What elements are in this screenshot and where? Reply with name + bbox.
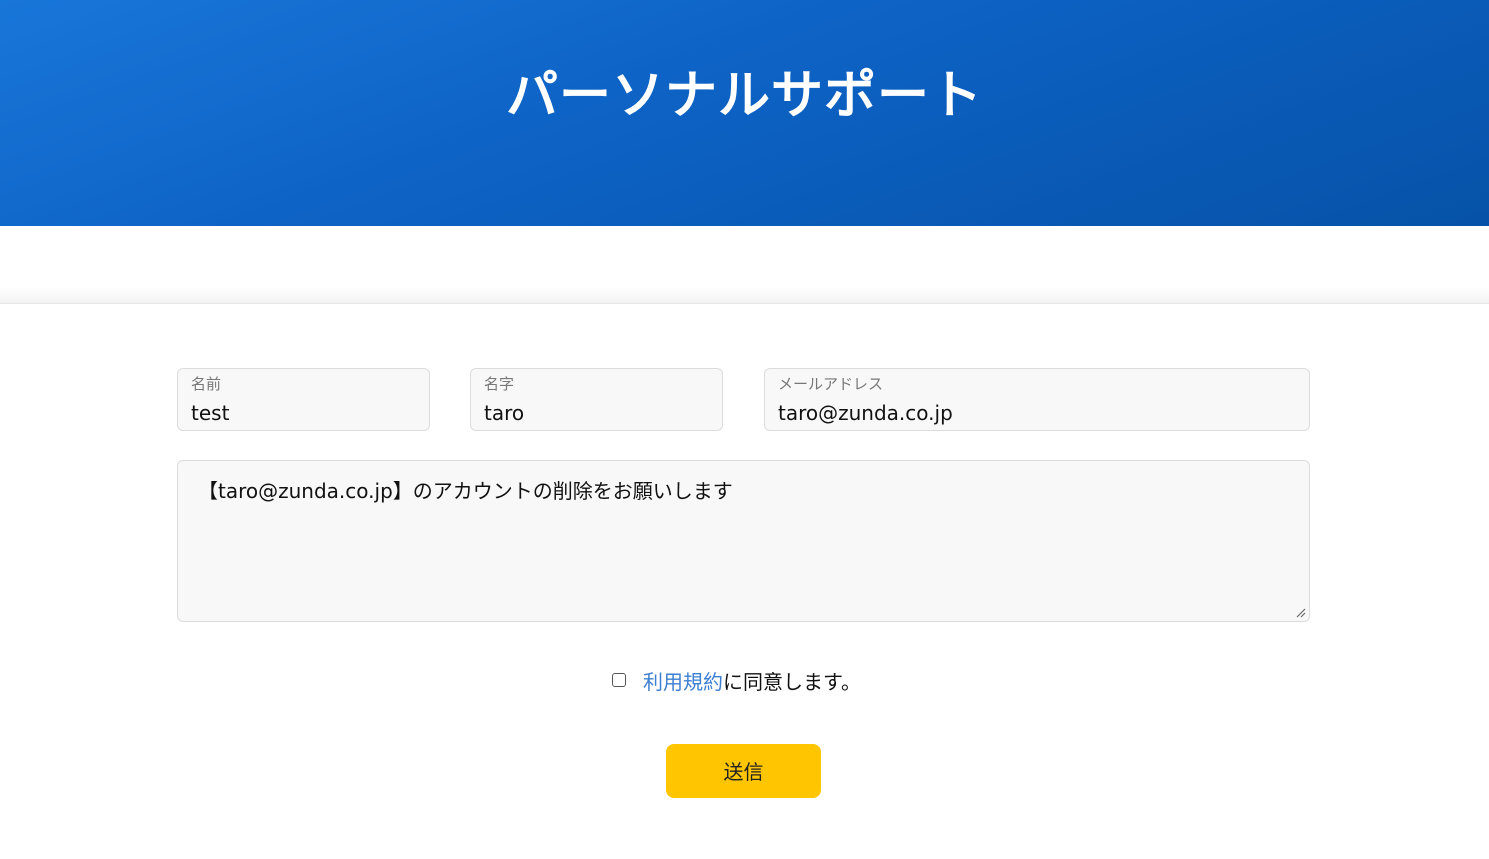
last-name-label: 名字 (484, 375, 515, 393)
terms-agreement: 利用規約 に同意します。 (612, 666, 861, 694)
last-name-input[interactable] (484, 399, 709, 427)
page-title: パーソナルサポート (505, 66, 983, 126)
terms-checkbox[interactable] (612, 673, 626, 687)
email-input[interactable] (778, 399, 1296, 427)
page-header: パーソナルサポート (0, 0, 1489, 226)
email-field[interactable]: メールアドレス (764, 368, 1310, 431)
resize-grip-icon[interactable] (1294, 606, 1306, 618)
message-text[interactable]: 【taro@zunda.co.jp】のアカウントの削除をお願いします (198, 477, 733, 505)
submit-button[interactable]: 送信 (666, 744, 821, 798)
first-name-input[interactable] (191, 399, 416, 427)
terms-link[interactable]: 利用規約 (643, 666, 723, 695)
email-label: メールアドレス (778, 375, 884, 393)
first-name-field[interactable]: 名前 (177, 368, 430, 431)
terms-suffix-text: に同意します。 (723, 669, 861, 694)
last-name-field[interactable]: 名字 (470, 368, 723, 431)
first-name-label: 名前 (191, 375, 222, 393)
header-spacer-band (0, 226, 1489, 304)
message-textarea[interactable]: 【taro@zunda.co.jp】のアカウントの削除をお願いします (177, 460, 1310, 622)
